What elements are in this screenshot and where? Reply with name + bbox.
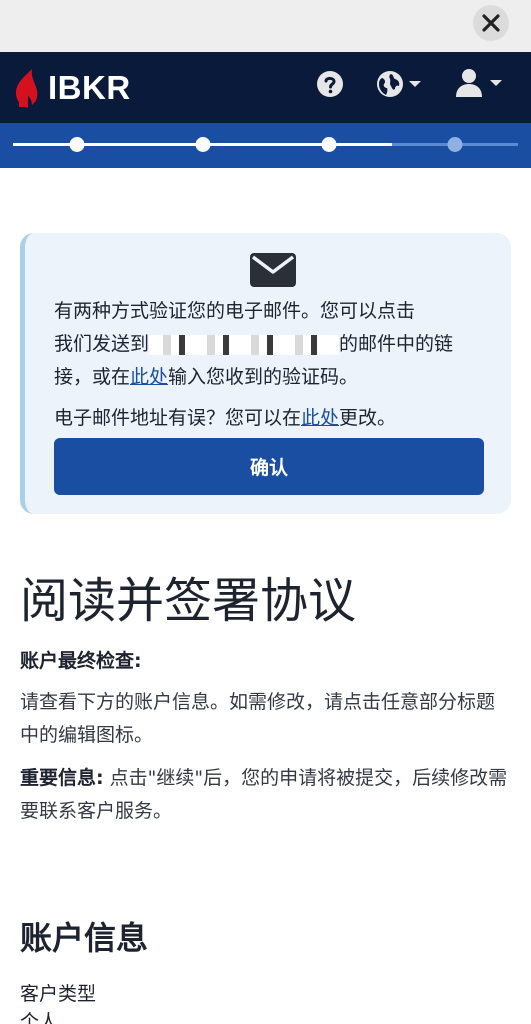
account-type-value: 个人 bbox=[20, 1011, 59, 1024]
progress-step-4 bbox=[447, 137, 463, 152]
close-icon bbox=[482, 14, 500, 32]
progress-step-1 bbox=[69, 137, 85, 152]
final-check-label: 账户最终检查: bbox=[20, 650, 142, 672]
verify-line3-pre: 接，或在 bbox=[54, 366, 131, 388]
globe-icon bbox=[377, 71, 403, 97]
help-icon[interactable] bbox=[316, 70, 344, 98]
progress-step-3 bbox=[321, 137, 337, 152]
verify-line1: 有两种方式验证您的电子邮件。您可以点击 bbox=[54, 300, 416, 322]
close-button[interactable] bbox=[473, 5, 509, 41]
envelope-icon bbox=[250, 253, 296, 287]
final-check-heading: 账户最终检查: bbox=[20, 645, 511, 678]
chevron-down-icon bbox=[490, 80, 502, 86]
user-icon bbox=[456, 69, 482, 97]
top-bar bbox=[0, 0, 531, 52]
change-email-post: 更改。 bbox=[339, 407, 397, 429]
verify-line2-pre: 我们发送到 bbox=[54, 333, 150, 355]
account-type-label: 客户类型 bbox=[20, 983, 97, 1005]
final-check-text: 请查看下方的账户信息。如需修改，请点击任意部分标题中的编辑图标。 bbox=[20, 691, 496, 746]
ibkr-logo[interactable]: IBKR bbox=[14, 67, 131, 109]
brand-name: IBKR bbox=[48, 69, 131, 106]
progress-step-2 bbox=[195, 137, 211, 152]
progress-stepper bbox=[0, 123, 531, 168]
verify-line3-post: 输入您收到的验证码。 bbox=[168, 366, 359, 388]
important-notice: 重要信息: 点击"继续"后，您的申请将被提交，后续修改需要联系客户服务。 bbox=[20, 762, 511, 828]
email-verification-card: 有两种方式验证您的电子邮件。您可以点击 我们发送到 的邮件中的链 接，或在此处输入… bbox=[20, 233, 511, 514]
verification-message: 有两种方式验证您的电子邮件。您可以点击 我们发送到 的邮件中的链 接，或在此处输入… bbox=[54, 295, 494, 435]
change-email-pre: 电子邮件地址有误？您可以在 bbox=[54, 407, 302, 429]
ibkr-flame-icon bbox=[16, 69, 38, 108]
redacted-email bbox=[149, 334, 340, 355]
app-header: IBKR bbox=[0, 52, 531, 123]
page-title: 阅读并签署协议 bbox=[20, 573, 357, 629]
account-info-title: 账户信息 bbox=[20, 919, 149, 957]
important-label: 重要信息: bbox=[20, 767, 104, 789]
confirm-button[interactable]: 确认 bbox=[54, 438, 484, 495]
enter-code-link[interactable]: 此处 bbox=[130, 366, 168, 388]
language-menu[interactable] bbox=[376, 70, 422, 98]
verify-line2-post: 的邮件中的链 bbox=[339, 333, 454, 355]
chevron-down-icon bbox=[409, 81, 421, 87]
change-email-link[interactable]: 此处 bbox=[301, 407, 339, 429]
user-menu[interactable] bbox=[455, 68, 503, 98]
